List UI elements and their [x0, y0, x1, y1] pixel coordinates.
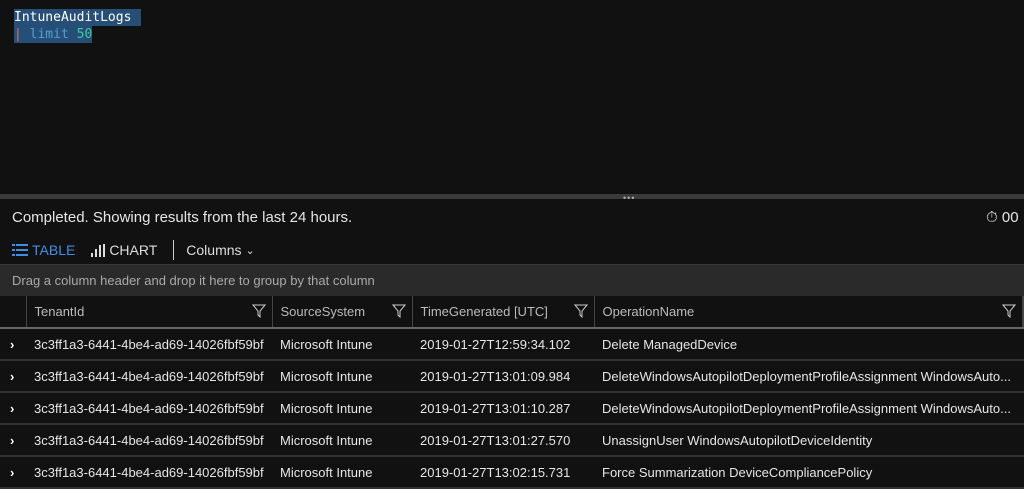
expand-row-chevron-icon[interactable]: ›	[0, 392, 26, 425]
results-toolbar: TABLE CHART Columns ⌄	[12, 240, 271, 260]
stopwatch-icon: ⏱	[986, 209, 998, 226]
bar-chart-icon	[91, 243, 106, 257]
sourcesystem-cell: Microsoft Intune	[272, 424, 412, 457]
table-row[interactable]: › 3c3ff1a3-6441-4be4-ad69-14026fbf59bf Mic…	[0, 360, 1024, 393]
tenantid-cell: 3c3ff1a3-6441-4be4-ad69-14026fbf59bf	[26, 328, 272, 361]
table-row[interactable]: › 3c3ff1a3-6441-4be4-ad69-14026fbf59bf Mic…	[0, 392, 1024, 425]
overflow-cell	[1022, 360, 1024, 393]
column-header-overflow	[1022, 296, 1024, 329]
tenantid-cell: 3c3ff1a3-6441-4be4-ad69-14026fbf59bf	[26, 360, 272, 393]
overflow-cell	[1022, 392, 1024, 425]
operationname-cell: Delete ManagedDevice	[594, 328, 1022, 361]
query-line-1[interactable]: IntuneAuditLogs	[14, 9, 142, 26]
overflow-cell	[1022, 328, 1024, 361]
expand-column-header	[0, 296, 27, 329]
group-by-drop-zone[interactable]: Drag a column header and drop it here to…	[0, 264, 1024, 296]
overflow-cell	[1022, 424, 1024, 457]
query-line-2[interactable]: | limit 50	[14, 26, 93, 43]
chart-label: CHART	[109, 242, 158, 258]
query-editor[interactable]: IntuneAuditLogs | limit 50	[0, 0, 1024, 194]
tenantid-cell: 3c3ff1a3-6441-4be4-ad69-14026fbf59bf	[26, 392, 272, 425]
column-label: TenantId	[34, 304, 85, 319]
sourcesystem-cell: Microsoft Intune	[272, 360, 412, 393]
toolbar-divider	[173, 240, 175, 260]
table-icon	[12, 244, 28, 256]
filter-icon[interactable]	[573, 304, 588, 321]
column-label: TimeGenerated [UTC]	[420, 304, 548, 319]
operationname-cell: Force Summarization DeviceCompliancePoli…	[594, 456, 1022, 489]
column-header-sourcesystem[interactable]: SourceSystem	[272, 296, 413, 329]
column-label: SourceSystem	[280, 304, 366, 319]
columns-dropdown[interactable]: Columns ⌄	[186, 242, 254, 258]
table-row[interactable]: › 3c3ff1a3-6441-4be4-ad69-14026fbf59bf Mic…	[0, 424, 1024, 457]
pane-splitter[interactable]	[0, 194, 1024, 199]
operationname-cell: UnassignUser WindowsAutopilotDeviceIdent…	[594, 424, 1022, 457]
sourcesystem-cell: Microsoft Intune	[272, 328, 412, 361]
limit-value: 50	[76, 27, 93, 42]
timegenerated-cell: 2019-01-27T13:01:27.570	[412, 424, 594, 457]
chevron-down-icon: ⌄	[245, 244, 255, 257]
expand-row-chevron-icon[interactable]: ›	[0, 360, 26, 393]
tenantid-cell: 3c3ff1a3-6441-4be4-ad69-14026fbf59bf	[26, 456, 272, 489]
query-timer: ⏱ 00	[986, 209, 1019, 226]
timegenerated-cell: 2019-01-27T13:02:15.731	[412, 456, 594, 489]
sourcesystem-cell: Microsoft Intune	[272, 392, 412, 425]
pipe-operator: |	[14, 27, 22, 42]
column-header-timegenerated[interactable]: TimeGenerated [UTC]	[412, 296, 595, 329]
column-header-tenantid[interactable]: TenantId	[26, 296, 273, 329]
operationname-cell: DeleteWindowsAutopilotDeploymentProfileA…	[594, 392, 1022, 425]
limit-keyword: limit	[29, 27, 69, 42]
expand-row-chevron-icon[interactable]: ›	[0, 328, 26, 361]
column-label: OperationName	[602, 304, 695, 319]
overflow-cell	[1022, 456, 1024, 489]
splitter-grip-icon[interactable]: •••	[623, 193, 635, 203]
table-row[interactable]: › 3c3ff1a3-6441-4be4-ad69-14026fbf59bf Mic…	[0, 328, 1024, 361]
table-row[interactable]: › 3c3ff1a3-6441-4be4-ad69-14026fbf59bf Mic…	[0, 456, 1024, 489]
sourcesystem-cell: Microsoft Intune	[272, 456, 412, 489]
header-row: TenantId SourceSystem TimeGenerated [UTC…	[0, 296, 1024, 329]
columns-label: Columns	[186, 242, 242, 258]
table-view-button[interactable]: TABLE	[12, 242, 75, 258]
filter-icon[interactable]	[1001, 304, 1016, 321]
timer-value: 00	[1001, 209, 1019, 226]
chart-view-button[interactable]: CHART	[91, 242, 157, 258]
results-table: TenantId SourceSystem TimeGenerated [UTC…	[0, 296, 1024, 489]
expand-row-chevron-icon[interactable]: ›	[0, 424, 26, 457]
tenantid-cell: 3c3ff1a3-6441-4be4-ad69-14026fbf59bf	[26, 424, 272, 457]
timegenerated-cell: 2019-01-27T12:59:34.102	[412, 328, 594, 361]
timegenerated-cell: 2019-01-27T13:01:09.984	[412, 360, 594, 393]
filter-icon[interactable]	[391, 304, 406, 321]
status-text: Completed. Showing results from the last…	[12, 209, 353, 226]
filter-icon[interactable]	[251, 304, 266, 321]
expand-row-chevron-icon[interactable]: ›	[0, 456, 26, 489]
column-header-operationname[interactable]: OperationName	[594, 296, 1023, 329]
table-label: TABLE	[32, 242, 76, 258]
operationname-cell: DeleteWindowsAutopilotDeploymentProfileA…	[594, 360, 1022, 393]
timegenerated-cell: 2019-01-27T13:01:10.287	[412, 392, 594, 425]
